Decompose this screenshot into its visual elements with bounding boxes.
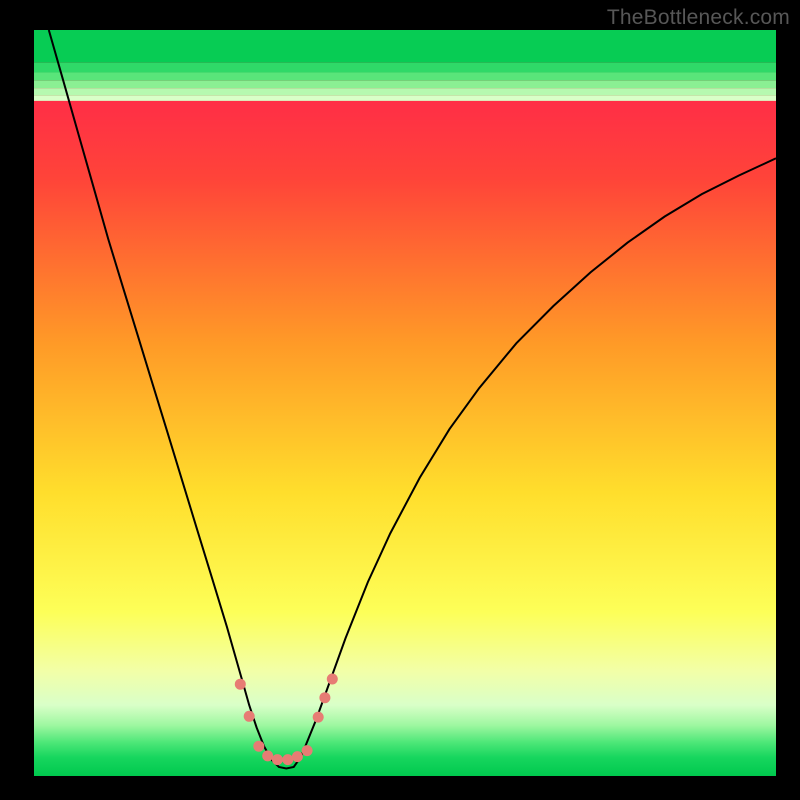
data-marker bbox=[262, 750, 273, 761]
data-marker bbox=[302, 745, 313, 756]
data-marker bbox=[244, 711, 255, 722]
data-marker bbox=[272, 754, 283, 765]
chart-frame: TheBottleneck.com bbox=[0, 0, 800, 800]
plot-background bbox=[34, 30, 776, 776]
data-marker bbox=[282, 754, 293, 765]
bottleneck-chart bbox=[0, 0, 800, 800]
data-marker bbox=[327, 674, 338, 685]
data-marker bbox=[235, 679, 246, 690]
data-marker bbox=[253, 741, 264, 752]
data-marker bbox=[292, 751, 303, 762]
data-marker bbox=[313, 712, 324, 723]
watermark-text: TheBottleneck.com bbox=[607, 6, 790, 30]
green-band-group bbox=[34, 30, 776, 101]
data-marker bbox=[319, 692, 330, 703]
